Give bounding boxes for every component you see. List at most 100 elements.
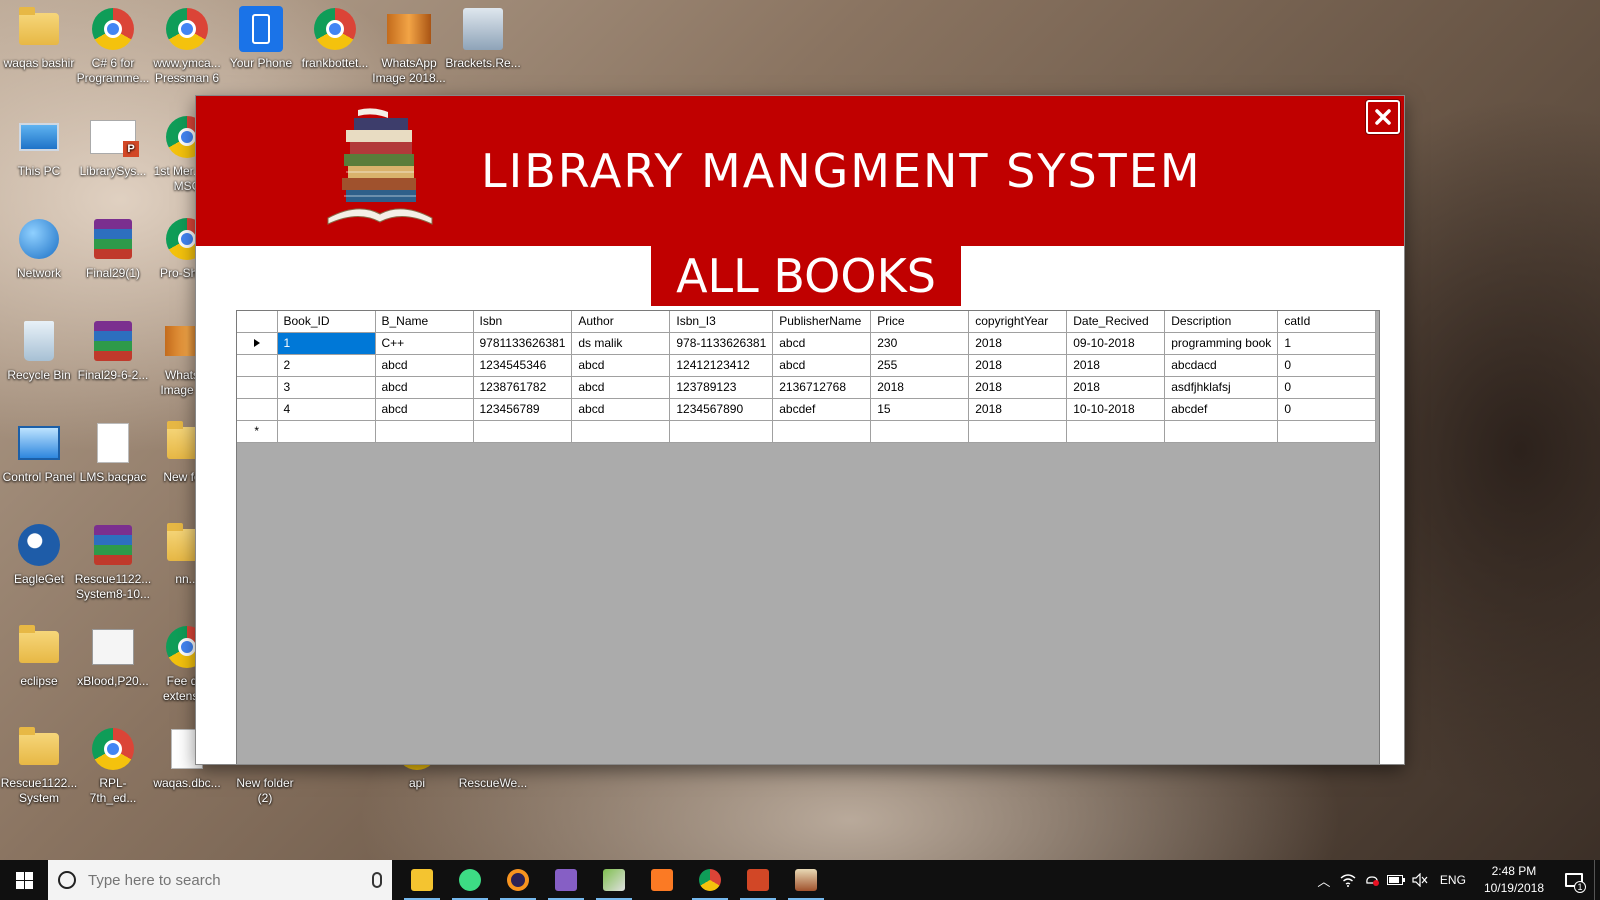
table-cell[interactable]: 1234545346: [473, 354, 573, 377]
microphone-icon[interactable]: [372, 872, 382, 888]
table-cell[interactable]: 2018: [968, 354, 1068, 377]
taskbar-clock[interactable]: 2:48 PM 10/19/2018: [1474, 863, 1554, 897]
table-cell[interactable]: 2018: [1066, 354, 1166, 377]
desktop-icon-xblood[interactable]: xBlood,P20...: [76, 624, 150, 689]
desktop-icon-rpl-7th[interactable]: RPL-7th_ed...: [76, 726, 150, 806]
row-header[interactable]: [237, 354, 278, 377]
desktop-icon-csharp[interactable]: C# 6 for Programme...: [76, 6, 150, 86]
column-header-description[interactable]: Description: [1164, 311, 1279, 333]
table-row[interactable]: 2 abcd 1234545346 abcd 12412123412 abcd …: [237, 354, 1377, 377]
new-row[interactable]: *: [237, 420, 1377, 443]
desktop-icon-whatsapp-image[interactable]: WhatsApp Image 2018...: [372, 6, 446, 86]
taskbar-eclipse[interactable]: [494, 860, 542, 900]
table-cell[interactable]: abcd: [375, 398, 474, 421]
column-header-isbn[interactable]: Isbn: [473, 311, 573, 333]
table-cell[interactable]: abcd: [571, 354, 671, 377]
table-cell[interactable]: 2018: [1066, 376, 1166, 399]
taskbar-file-explorer[interactable]: [398, 860, 446, 900]
desktop-icon-ymca[interactable]: www.ymca... Pressman 6: [150, 6, 224, 86]
search-input[interactable]: [88, 871, 372, 889]
language-indicator[interactable]: ENG: [1432, 873, 1474, 887]
table-cell[interactable]: abcd: [375, 354, 474, 377]
table-row[interactable]: 3 abcd 1238761782 abcd 123789123 2136712…: [237, 376, 1377, 399]
table-cell[interactable]: 255: [870, 354, 970, 377]
table-cell[interactable]: 1238761782: [473, 376, 573, 399]
column-header-isbn-i3[interactable]: Isbn_I3: [669, 311, 774, 333]
close-button[interactable]: [1366, 100, 1400, 134]
table-cell[interactable]: 123789123: [669, 376, 774, 399]
table-cell[interactable]: [968, 420, 1068, 443]
volume-muted-icon[interactable]: [1408, 860, 1432, 900]
antivirus-icon[interactable]: [1360, 860, 1384, 900]
table-cell[interactable]: 9781133626381: [473, 332, 573, 355]
table-cell[interactable]: 2136712768: [772, 376, 872, 399]
desktop-icon-waqas-bashir[interactable]: waqas bashir: [2, 6, 76, 71]
table-cell[interactable]: 2: [277, 354, 376, 377]
table-cell[interactable]: 4: [277, 398, 376, 421]
desktop-icon-this-pc[interactable]: This PC: [2, 114, 76, 179]
taskbar-tools[interactable]: [590, 860, 638, 900]
corner-header-cell[interactable]: [237, 311, 278, 333]
table-cell[interactable]: abcdacd: [1164, 354, 1279, 377]
table-cell[interactable]: 0: [1277, 398, 1377, 421]
desktop-icon-control-panel[interactable]: Control Panel: [2, 420, 76, 485]
desktop-icon-your-phone[interactable]: Your Phone: [224, 6, 298, 71]
table-cell[interactable]: abcdef: [1164, 398, 1279, 421]
table-cell[interactable]: [277, 420, 376, 443]
table-cell[interactable]: 0: [1277, 354, 1377, 377]
wifi-icon[interactable]: [1336, 860, 1360, 900]
row-header-current[interactable]: [237, 332, 278, 355]
desktop-icon-final29-1[interactable]: Final29(1): [76, 216, 150, 281]
table-row[interactable]: 4 abcd 123456789 abcd 1234567890 abcdef …: [237, 398, 1377, 421]
taskbar-xampp[interactable]: [638, 860, 686, 900]
table-cell[interactable]: abcd: [375, 376, 474, 399]
table-cell[interactable]: [772, 420, 872, 443]
table-cell[interactable]: 15: [870, 398, 970, 421]
action-center-button[interactable]: 1: [1554, 860, 1594, 900]
column-header-b-name[interactable]: B_Name: [375, 311, 474, 333]
table-cell[interactable]: 123456789: [473, 398, 573, 421]
desktop-icon-rescue-system[interactable]: Rescue1122... System: [1, 726, 77, 806]
table-cell[interactable]: 1: [1277, 332, 1377, 355]
table-cell[interactable]: 1: [277, 332, 376, 355]
desktop-icon-eagleget[interactable]: EagleGet: [2, 522, 76, 587]
table-cell[interactable]: ds malik: [571, 332, 671, 355]
table-cell[interactable]: [1164, 420, 1279, 443]
books-data-grid[interactable]: Book_ID B_Name Isbn Author Isbn_I3 Publi…: [236, 310, 1380, 764]
table-cell[interactable]: programming book: [1164, 332, 1279, 355]
desktop-icon-final29-6[interactable]: Final29-6-2...: [76, 318, 150, 383]
table-cell[interactable]: 1234567890: [669, 398, 774, 421]
column-header-price[interactable]: Price: [870, 311, 970, 333]
table-cell[interactable]: [1066, 420, 1166, 443]
table-cell[interactable]: 978-1133626381: [669, 332, 774, 355]
desktop-icon-librarysys[interactable]: LibrarySys...: [76, 114, 150, 179]
table-cell[interactable]: [571, 420, 671, 443]
column-header-date-recived[interactable]: Date_Recived: [1066, 311, 1166, 333]
desktop-icon-network[interactable]: Network: [2, 216, 76, 281]
table-cell[interactable]: [1277, 420, 1377, 443]
column-header-catid[interactable]: catId: [1277, 311, 1377, 333]
table-cell[interactable]: 2018: [870, 376, 970, 399]
column-header-publisher-name[interactable]: PublisherName: [772, 311, 872, 333]
table-cell[interactable]: [375, 420, 474, 443]
taskbar-chrome[interactable]: [686, 860, 734, 900]
table-cell[interactable]: abcd: [772, 332, 872, 355]
desktop-icon-frankbottet[interactable]: frankbottet...: [298, 6, 372, 71]
column-header-author[interactable]: Author: [571, 311, 671, 333]
show-hidden-icons-chevron-icon[interactable]: ︿: [1312, 860, 1336, 900]
table-cell[interactable]: 09-10-2018: [1066, 332, 1166, 355]
table-cell[interactable]: 0: [1277, 376, 1377, 399]
table-cell[interactable]: 2018: [968, 332, 1068, 355]
table-cell[interactable]: C++: [375, 332, 474, 355]
battery-icon[interactable]: [1384, 860, 1408, 900]
table-cell[interactable]: 3: [277, 376, 376, 399]
table-cell[interactable]: [473, 420, 573, 443]
taskbar-android-studio[interactable]: [446, 860, 494, 900]
column-header-copyright-year[interactable]: copyrightYear: [968, 311, 1068, 333]
table-row[interactable]: 1 C++ 9781133626381 ds malik 978-1133626…: [237, 332, 1377, 355]
table-cell[interactable]: [870, 420, 970, 443]
start-button[interactable]: [0, 860, 48, 900]
table-cell[interactable]: [669, 420, 774, 443]
table-cell[interactable]: 12412123412: [669, 354, 774, 377]
table-cell[interactable]: abcd: [571, 398, 671, 421]
